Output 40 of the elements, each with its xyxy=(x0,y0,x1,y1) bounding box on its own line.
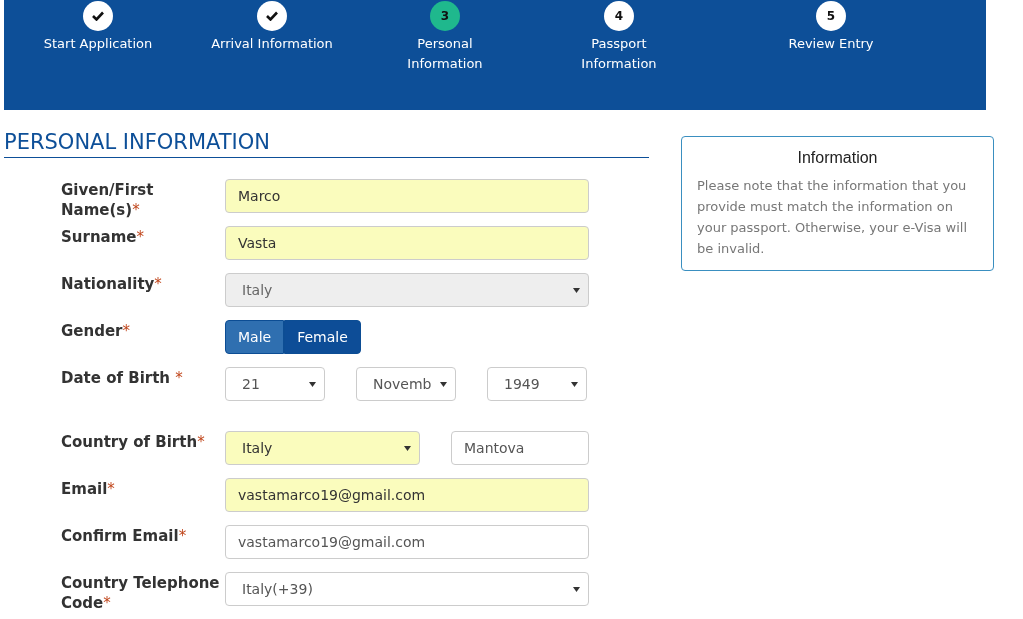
field-label: Confirm Email* xyxy=(61,526,188,546)
gender-toggle-button[interactable]: Male xyxy=(225,320,285,354)
field-label: Country Telephone Code* xyxy=(61,573,221,613)
caret-icon xyxy=(573,586,580,592)
dropdown-field[interactable]: 21 xyxy=(225,367,325,401)
check-icon xyxy=(92,11,104,21)
step-label: Personal Information xyxy=(406,35,484,73)
panel-title: Information xyxy=(796,148,879,168)
caret-icon xyxy=(571,381,578,387)
check-icon xyxy=(266,11,278,21)
step-marker: 3 xyxy=(430,1,460,31)
field-label: Date of Birth * xyxy=(61,368,184,388)
caret-icon xyxy=(573,287,580,293)
field-label: Nationality* xyxy=(61,274,163,294)
caret-icon xyxy=(404,445,411,451)
field-label: Given/First Name(s)* xyxy=(61,180,155,220)
step-marker: 4 xyxy=(604,1,634,31)
input-field[interactable]: Marco xyxy=(225,179,589,213)
step-label: Arrival Information xyxy=(210,35,334,53)
caret-icon xyxy=(440,381,447,387)
step-marker: 5 xyxy=(816,1,846,31)
step-label: Review Entry xyxy=(787,35,875,53)
input-field[interactable]: vastamarco19@gmail.com xyxy=(225,478,589,512)
dropdown-field[interactable]: Italy(+39) xyxy=(225,572,589,606)
dropdown-field[interactable]: Novemb xyxy=(356,367,456,401)
dropdown-field[interactable]: 1949 xyxy=(487,367,587,401)
input-field[interactable]: Mantova xyxy=(451,431,589,465)
input-field[interactable]: vastamarco19@gmail.com xyxy=(225,525,589,559)
field-label: Gender* xyxy=(61,321,131,341)
dropdown-field[interactable]: Italy xyxy=(225,431,420,465)
input-field[interactable]: Vasta xyxy=(225,226,589,260)
step-label: Start Application xyxy=(42,35,154,53)
field-label: Email* xyxy=(61,479,116,499)
step-label: Passport Information xyxy=(580,35,658,73)
field-label: Surname* xyxy=(61,227,145,247)
section-title: PERSONAL INFORMATION xyxy=(4,129,272,156)
caret-icon xyxy=(309,381,316,387)
field-label: Country of Birth* xyxy=(61,432,206,452)
panel-text: Please note that the information that you provide must match the information on your passport. Otherwise, your e-Visa will be invalid. xyxy=(697,177,969,258)
gender-toggle-button[interactable]: Female xyxy=(284,320,361,354)
